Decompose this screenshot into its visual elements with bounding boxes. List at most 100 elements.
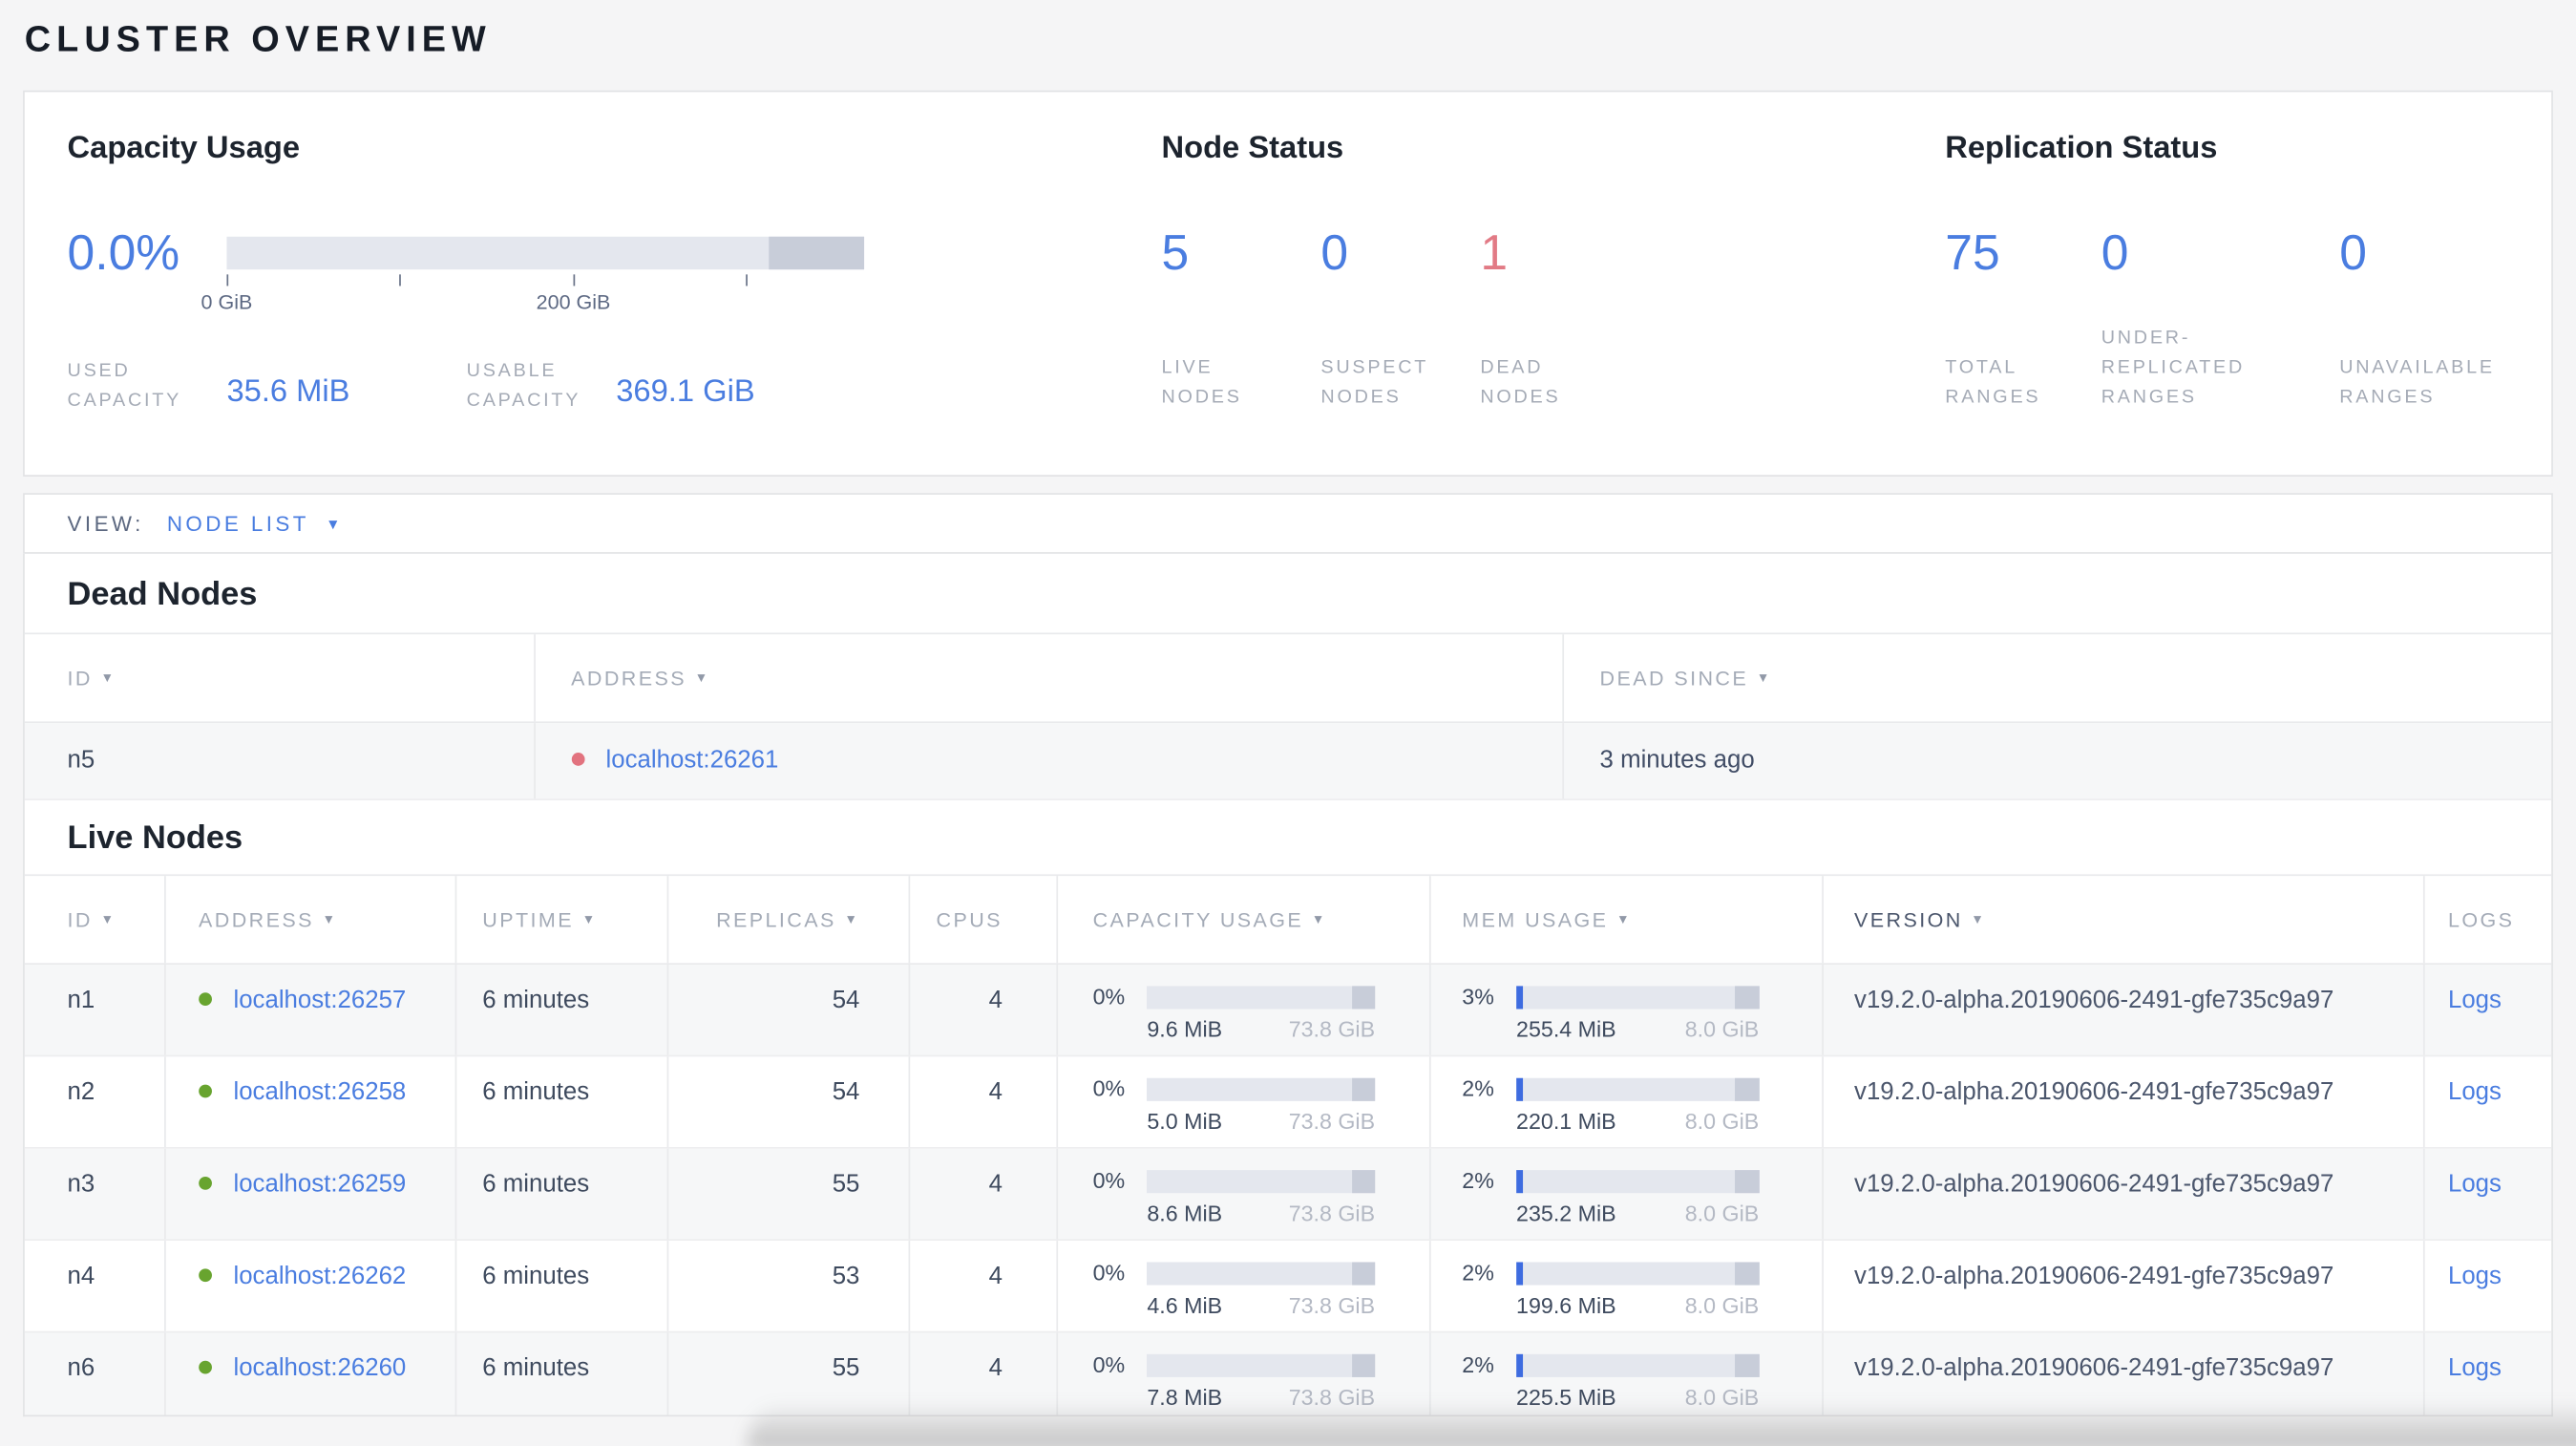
column-header-label: LOGS	[2447, 907, 2515, 931]
sort-arrow-icon: ▼	[694, 670, 710, 686]
sort-arrow-icon: ▼	[1971, 911, 1987, 927]
column-header-cpus[interactable]: CPUS	[911, 876, 1059, 964]
dead-nodes-table-body: n5 localhost:26261 3 minutes ago	[24, 723, 2552, 800]
version-cell: v19.2.0-alpha.20190606-2491-gfe735c9a97	[1823, 1056, 2425, 1148]
view-dropdown[interactable]: NODE LIST	[167, 511, 309, 536]
column-header-capacity-usage[interactable]: CAPACITY USAGE ▼	[1058, 876, 1431, 964]
mem-total-value: 8.0 GiB	[1684, 1109, 1760, 1135]
capacity-total-value: 73.8 GiB	[1288, 1017, 1376, 1042]
column-header-id[interactable]: ID ▼	[25, 634, 536, 722]
live-nodes-table-body: n1 localhost:26257 6 minutes 54 4 0% 9.6…	[24, 965, 2552, 1415]
logs-link[interactable]: Logs	[2448, 1170, 2502, 1198]
chevron-down-icon[interactable]: ▼	[326, 515, 340, 531]
node-address-link[interactable]: localhost:26261	[606, 746, 779, 774]
live-nodes-count: 5	[1161, 226, 1190, 282]
capacity-usage-cell: 0% 4.6 MiB 73.8 GiB	[1058, 1241, 1431, 1331]
sort-arrow-icon: ▼	[581, 911, 598, 927]
under-replicated-count: 0	[2101, 226, 2129, 282]
replicas-cell: 55	[669, 1148, 911, 1240]
replicas-cell: 54	[669, 965, 911, 1055]
node-address-link[interactable]: localhost:26262	[233, 1262, 406, 1289]
summary-card: Capacity Usage 0.0% 0 GiB 200 GiB USED C…	[23, 90, 2553, 477]
node-address-link[interactable]: localhost:26257	[233, 986, 406, 1013]
cpus-cell: 4	[911, 1241, 1059, 1331]
mem-usage-cell: 3% 255.4 MiB 8.0 GiB	[1431, 965, 1824, 1055]
usable-capacity-value: 369.1 GiB	[616, 374, 755, 410]
capacity-bar	[1147, 1169, 1376, 1193]
column-header-version[interactable]: VERSION ▼	[1823, 876, 2425, 964]
node-address-cell: localhost:26260	[166, 1332, 456, 1415]
cpus-cell: 4	[911, 965, 1059, 1055]
sort-arrow-icon: ▼	[1311, 911, 1327, 927]
column-header-uptime[interactable]: UPTIME ▼	[456, 876, 670, 964]
node-id-cell: n4	[25, 1241, 166, 1331]
mem-total-value: 8.0 GiB	[1684, 1017, 1760, 1042]
column-header-label: REPLICAS	[716, 907, 836, 931]
column-header-id[interactable]: ID ▼	[25, 876, 166, 964]
capacity-bar	[1147, 1352, 1376, 1377]
logs-link[interactable]: Logs	[2448, 986, 2502, 1013]
logs-link[interactable]: Logs	[2448, 1262, 2502, 1289]
capacity-used-value: 5.0 MiB	[1147, 1109, 1223, 1135]
live-status-dot-icon	[199, 992, 212, 1007]
column-header-label: ID	[67, 907, 93, 931]
total-ranges-count: 75	[1945, 226, 2000, 282]
column-header-dead-since[interactable]: DEAD SINCE ▼	[1564, 634, 2551, 721]
column-header-mem-usage[interactable]: MEM USAGE ▼	[1431, 876, 1824, 964]
version-cell: v19.2.0-alpha.20190606-2491-gfe735c9a97	[1823, 1148, 2425, 1240]
cluster-overview-page: CLUSTER OVERVIEW Capacity Usage 0.0% 0 G…	[0, 0, 2576, 1446]
node-address-link[interactable]: localhost:26258	[233, 1078, 406, 1106]
dead-nodes-table-header: ID ▼ ADDRESS ▼ DEAD SINCE ▼	[24, 632, 2552, 724]
capacity-percent: 0%	[1092, 984, 1126, 1010]
sort-arrow-icon: ▼	[322, 911, 338, 927]
mem-usage-cell: 2% 220.1 MiB 8.0 GiB	[1431, 1056, 1824, 1148]
dead-status-dot-icon	[571, 753, 584, 766]
uptime-cell: 6 minutes	[456, 1332, 670, 1415]
node-address-cell: localhost:26259	[166, 1148, 456, 1240]
column-header-replicas[interactable]: REPLICAS ▼	[669, 876, 911, 964]
mem-total-value: 8.0 GiB	[1684, 1201, 1760, 1226]
live-node-row: n1 localhost:26257 6 minutes 54 4 0% 9.6…	[24, 965, 2552, 1057]
axis-tick	[746, 274, 748, 287]
capacity-usage-bar	[226, 236, 865, 270]
column-header-address[interactable]: ADDRESS ▼	[535, 634, 1564, 722]
node-address-link[interactable]: localhost:26260	[233, 1354, 406, 1382]
capacity-used-value: 8.6 MiB	[1147, 1201, 1223, 1226]
uptime-cell: 6 minutes	[456, 1241, 670, 1331]
column-header-label: ADDRESS	[571, 666, 686, 690]
live-nodes-table-header: ID ▼ ADDRESS ▼ UPTIME ▼ REPLICAS ▼ CPUS …	[24, 874, 2552, 966]
node-status-title: Node Status	[1161, 131, 1344, 166]
sort-arrow-icon: ▼	[100, 911, 116, 927]
live-nodes-heading: Live Nodes	[67, 819, 243, 857]
column-header-label: CPUS	[936, 907, 1003, 931]
replicas-cell: 53	[669, 1241, 911, 1331]
axis-tick-label: 0 GiB	[201, 290, 253, 314]
uptime-cell: 6 minutes	[456, 965, 670, 1055]
axis-tick	[226, 274, 229, 287]
mem-bar	[1516, 1352, 1760, 1377]
live-status-dot-icon	[199, 1176, 212, 1190]
node-address-cell: localhost:26261	[535, 723, 1564, 799]
dead-nodes-count: 1	[1480, 226, 1509, 282]
node-id-cell: n1	[25, 965, 166, 1055]
logs-cell: Logs	[2425, 1056, 2551, 1147]
mem-bar	[1516, 985, 1760, 1009]
sort-arrow-icon: ▼	[1616, 911, 1633, 927]
version-cell: v19.2.0-alpha.20190606-2491-gfe735c9a97	[1823, 965, 2425, 1055]
capacity-percent: 0%	[1092, 1076, 1126, 1101]
column-header-address[interactable]: ADDRESS ▼	[166, 876, 456, 964]
node-address-link[interactable]: localhost:26259	[233, 1170, 406, 1198]
usable-capacity-label: USABLE CAPACITY	[466, 361, 581, 412]
column-header-label: DEAD SINCE	[1599, 666, 1749, 690]
mem-bar	[1516, 1169, 1760, 1193]
logs-link[interactable]: Logs	[2448, 1078, 2502, 1106]
cpus-cell: 4	[911, 1148, 1059, 1240]
node-address-cell: localhost:26262	[166, 1241, 456, 1331]
used-capacity-label: USED CAPACITY	[67, 361, 182, 412]
sort-arrow-icon: ▼	[100, 670, 116, 686]
capacity-usage-cell: 0% 5.0 MiB 73.8 GiB	[1058, 1056, 1431, 1148]
logs-cell: Logs	[2425, 1241, 2551, 1331]
mem-percent: 2%	[1462, 1260, 1494, 1286]
capacity-used-value: 9.6 MiB	[1147, 1017, 1223, 1042]
logs-link[interactable]: Logs	[2448, 1354, 2502, 1382]
